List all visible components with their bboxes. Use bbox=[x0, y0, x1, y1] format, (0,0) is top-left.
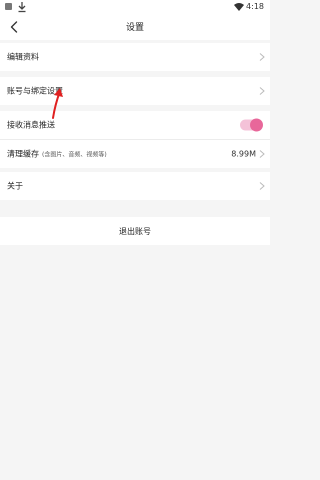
push-toggle[interactable] bbox=[240, 118, 263, 132]
logout-button[interactable]: 退出账号 bbox=[0, 217, 270, 245]
status-bar: 4:18 bbox=[0, 0, 270, 14]
header: 设置 bbox=[0, 14, 270, 40]
clear-cache-sub: (含图片、音频、视频等) bbox=[42, 151, 107, 159]
clear-cache-title: 清理缓存 bbox=[7, 149, 39, 159]
cache-size-value: 8.99M bbox=[231, 149, 256, 159]
status-time: 4:18 bbox=[246, 2, 264, 11]
annotation-arrow-icon bbox=[52, 88, 63, 119]
row-about[interactable]: 关于 bbox=[0, 172, 270, 200]
row-about-label: 关于 bbox=[7, 181, 23, 191]
chevron-right-icon bbox=[259, 182, 265, 190]
download-icon bbox=[18, 2, 26, 13]
app-icon bbox=[5, 3, 12, 10]
wifi-icon bbox=[234, 3, 244, 11]
chevron-right-icon bbox=[259, 87, 265, 95]
chevron-right-icon bbox=[259, 150, 265, 158]
settings-screen: 4:18 设置 编辑资料 账号与绑定设置 接收消息推送 清理缓存 (含图片、音频… bbox=[0, 0, 270, 480]
row-edit-profile[interactable]: 编辑资料 bbox=[0, 43, 270, 71]
logout-label: 退出账号 bbox=[119, 226, 151, 236]
row-push-notifications-label: 接收消息推送 bbox=[7, 120, 55, 130]
chevron-right-icon bbox=[259, 53, 265, 61]
page-title: 设置 bbox=[125, 23, 144, 33]
toggle-knob bbox=[250, 118, 263, 132]
row-edit-profile-label: 编辑资料 bbox=[7, 52, 39, 62]
row-clear-cache-label: 清理缓存 (含图片、音频、视频等) bbox=[7, 149, 107, 160]
row-clear-cache[interactable]: 清理缓存 (含图片、音频、视频等) 8.99M bbox=[0, 140, 270, 168]
